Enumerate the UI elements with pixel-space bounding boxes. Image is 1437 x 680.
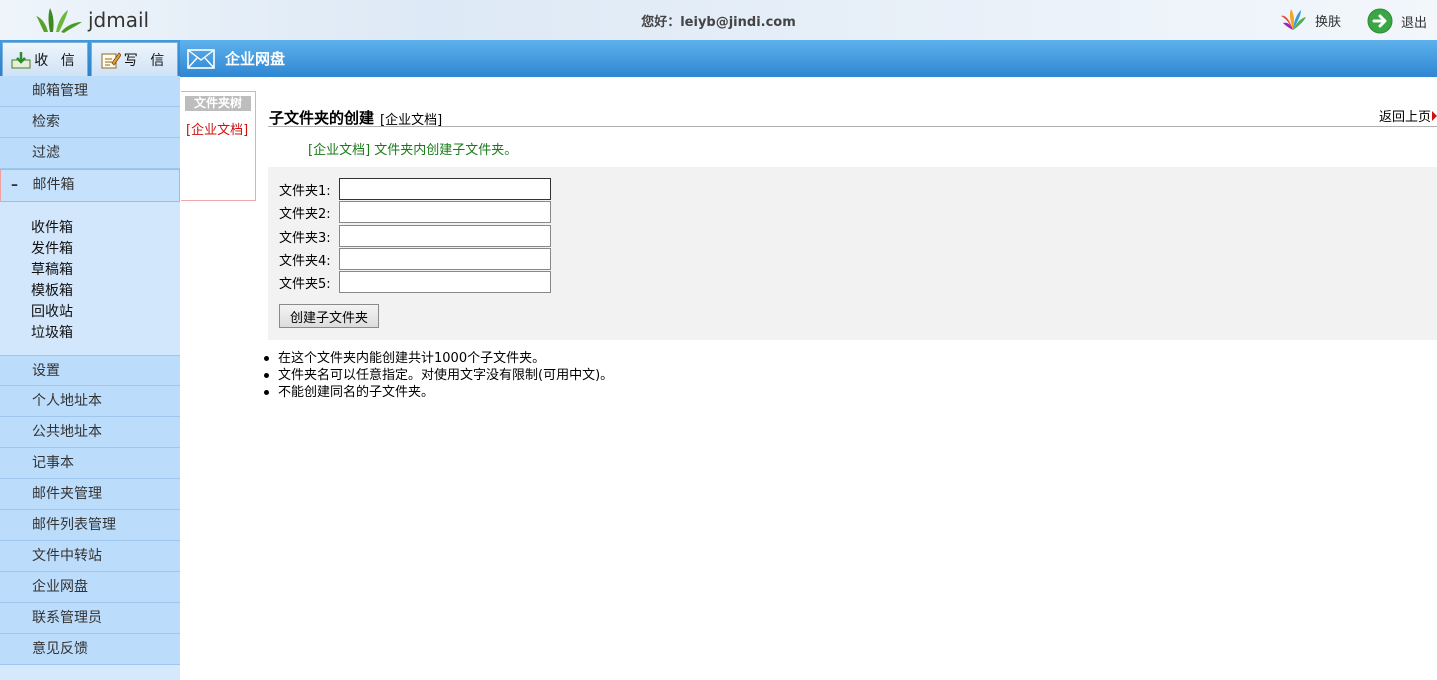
envelope-icon bbox=[187, 48, 215, 69]
sidebar: 收 信 写 信 邮箱管理 检索 过滤 – 邮件箱 收件箱 发件箱 草稿箱 模板箱… bbox=[0, 40, 180, 680]
folder-inbox[interactable]: 收件箱 bbox=[0, 218, 180, 239]
note-item: 文件夹名可以任意指定。对使用文字没有限制(可用中文)。 bbox=[262, 367, 613, 384]
content-title: 企业网盘 bbox=[225, 50, 286, 68]
folder-5-label: 文件夹5: bbox=[279, 276, 331, 292]
nav-notepad[interactable]: 记事本 bbox=[0, 448, 180, 479]
nav-contact-admin[interactable]: 联系管理员 bbox=[0, 603, 180, 634]
folder-junk[interactable]: 垃圾箱 bbox=[0, 323, 180, 344]
folder-tree: 文件夹树 [企业文档] bbox=[181, 91, 256, 201]
folder-row-5: 文件夹5: bbox=[279, 271, 551, 293]
folder-recycle-bin[interactable]: 回收站 bbox=[0, 302, 180, 323]
nav-enterprise-disk[interactable]: 企业网盘 bbox=[0, 572, 180, 603]
nav-mailbox-group[interactable]: – 邮件箱 bbox=[0, 169, 180, 202]
logout-label: 退出 bbox=[1401, 15, 1428, 31]
folder-4-label: 文件夹4: bbox=[279, 253, 331, 269]
mail-actions: 收 信 写 信 bbox=[0, 40, 180, 76]
folder-tree-item[interactable]: [企业文档] bbox=[186, 119, 248, 138]
nav-public-addressbook[interactable]: 公共地址本 bbox=[0, 417, 180, 448]
receive-mail-button[interactable]: 收 信 bbox=[2, 42, 88, 76]
nav-settings[interactable]: 设置 bbox=[0, 355, 180, 386]
folder-drafts[interactable]: 草稿箱 bbox=[0, 260, 180, 281]
logo: jdmail bbox=[36, 4, 149, 36]
nav-file-transfer[interactable]: 文件中转站 bbox=[0, 541, 180, 572]
folder-1-input[interactable] bbox=[339, 178, 551, 200]
page-title: 子文件夹的创建 bbox=[269, 109, 375, 127]
back-link[interactable]: 返回上页 bbox=[1379, 106, 1437, 125]
content-header: 企业网盘 bbox=[180, 40, 1437, 77]
folder-3-input[interactable] bbox=[339, 225, 551, 247]
logout-button[interactable]: 退出 bbox=[1367, 8, 1427, 34]
create-subfolder-button[interactable]: 创建子文件夹 bbox=[279, 304, 379, 328]
page-title-folder: [企业文档] bbox=[380, 113, 443, 128]
mailbox-group-label: 邮件箱 bbox=[32, 177, 75, 193]
info-message: [企业文档] 文件夹内创建子文件夹。 bbox=[308, 143, 518, 158]
note-item: 不能创建同名的子文件夹。 bbox=[262, 384, 613, 401]
compose-mail-label: 写 信 bbox=[123, 52, 169, 69]
nav-filter[interactable]: 过滤 bbox=[0, 138, 180, 169]
logo-text: jdmail bbox=[88, 8, 150, 32]
folder-2-input[interactable] bbox=[339, 201, 551, 223]
page-heading: 子文件夹的创建 [企业文档] 返回上页 bbox=[268, 106, 1437, 128]
nav-feedback[interactable]: 意见反馈 bbox=[0, 634, 180, 665]
folder-row-3: 文件夹3: bbox=[279, 225, 551, 247]
back-arrow-icon bbox=[1432, 110, 1437, 121]
folder-1-label: 文件夹1: bbox=[279, 183, 331, 199]
folder-3-label: 文件夹3: bbox=[279, 230, 331, 246]
folder-templates[interactable]: 模板箱 bbox=[0, 281, 180, 302]
mailbox-folder-list: 收件箱 发件箱 草稿箱 模板箱 回收站 垃圾箱 bbox=[0, 202, 180, 355]
logout-arrow-icon bbox=[1367, 8, 1393, 34]
inbox-download-icon bbox=[11, 51, 31, 68]
nav-personal-addressbook[interactable]: 个人地址本 bbox=[0, 386, 180, 417]
greeting-bar: 您好：leiyb@jindi.com bbox=[0, 11, 1437, 30]
collapse-icon: – bbox=[11, 177, 18, 193]
compose-mail-button[interactable]: 写 信 bbox=[91, 42, 178, 76]
folder-5-input[interactable] bbox=[339, 271, 551, 293]
back-link-label: 返回上页 bbox=[1378, 110, 1431, 125]
folder-tree-title: 文件夹树 bbox=[185, 96, 251, 111]
nav-folder-management[interactable]: 邮件夹管理 bbox=[0, 479, 180, 510]
receive-mail-label: 收 信 bbox=[34, 52, 79, 69]
folder-row-4: 文件夹4: bbox=[279, 248, 551, 270]
folder-4-input[interactable] bbox=[339, 248, 551, 270]
nav-mailing-list-management[interactable]: 邮件列表管理 bbox=[0, 510, 180, 541]
create-subfolder-form: 文件夹1: 文件夹2: 文件夹3: 文件夹4: 文件夹5: 创建子文件夹 bbox=[268, 167, 1437, 340]
nav-search[interactable]: 检索 bbox=[0, 107, 180, 138]
folder-sent[interactable]: 发件箱 bbox=[0, 239, 180, 260]
palette-icon bbox=[1281, 9, 1306, 30]
change-skin-label: 换肤 bbox=[1315, 14, 1342, 30]
compose-pencil-icon bbox=[101, 51, 121, 68]
nav-mailbox-management[interactable]: 邮箱管理 bbox=[0, 76, 180, 107]
folder-row-1: 文件夹1: bbox=[279, 178, 551, 200]
folder-2-label: 文件夹2: bbox=[279, 206, 331, 222]
notes-list: 在这个文件夹内能创建共计1000个子文件夹。 文件夹名可以任意指定。对使用文字没… bbox=[262, 350, 613, 401]
logo-leaves-icon bbox=[36, 8, 82, 33]
user-greeting: 您好：leiyb@jindi.com bbox=[641, 15, 796, 30]
change-skin-button[interactable]: 换肤 bbox=[1279, 8, 1341, 32]
note-item: 在这个文件夹内能创建共计1000个子文件夹。 bbox=[262, 350, 613, 367]
top-bar: jdmail 您好：leiyb@jindi.com 换肤 退出 bbox=[0, 0, 1437, 40]
folder-row-2: 文件夹2: bbox=[279, 201, 551, 223]
